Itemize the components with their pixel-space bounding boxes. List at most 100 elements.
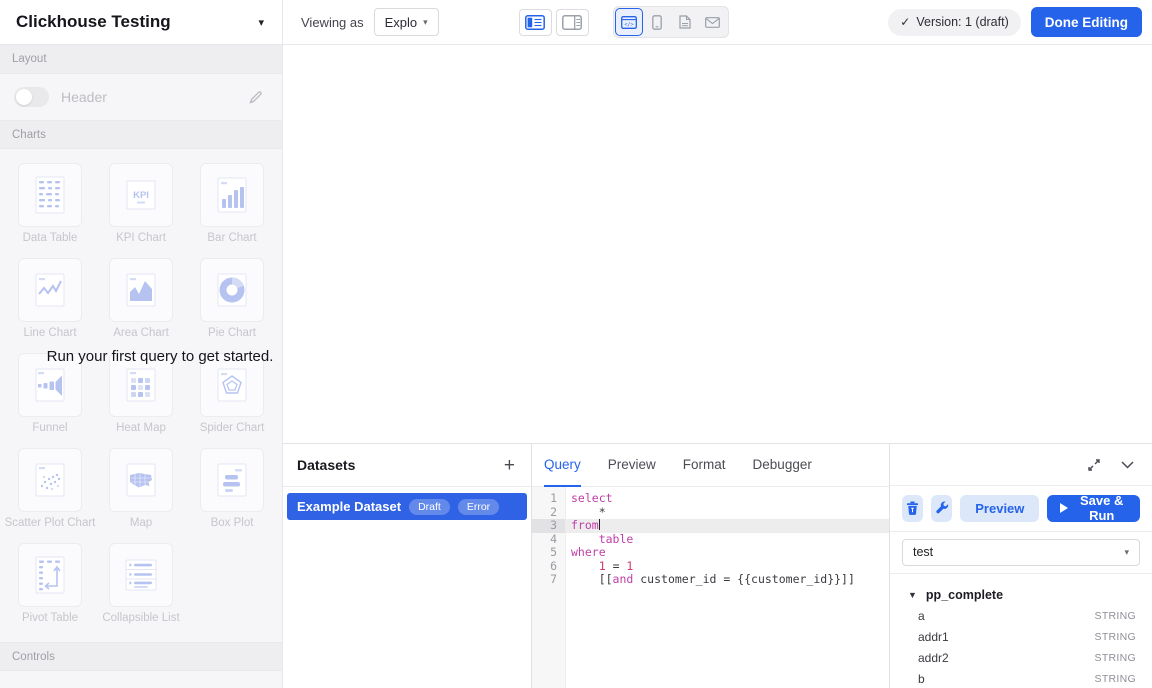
delete-dataset-button[interactable] (902, 495, 923, 522)
check-icon: ✓ (900, 15, 910, 29)
chart-tile-kpi[interactable]: KPI KPI Chart (96, 163, 187, 246)
chart-tile-bar-chart[interactable]: Bar Chart (187, 163, 278, 246)
schema-field-row[interactable]: addr2STRING (890, 648, 1152, 669)
field-type: STRING (1095, 652, 1136, 664)
chevron-down-icon (1121, 461, 1134, 469)
schema-field-row[interactable]: aSTRING (890, 606, 1152, 627)
tab-format[interactable]: Format (683, 444, 726, 487)
chart-tile-data-table[interactable]: Data Table (5, 163, 96, 246)
kpi-icon: KPI (109, 163, 173, 227)
add-dataset-button[interactable]: + (504, 456, 515, 475)
table-select[interactable]: test ▾ (902, 539, 1140, 566)
save-and-run-label: Save & Run (1076, 493, 1127, 523)
tab-preview[interactable]: Preview (608, 444, 656, 487)
tile-label: Scatter Plot Chart (5, 517, 96, 531)
tile-label: Collapsible List (102, 612, 179, 626)
save-and-run-button[interactable]: Save & Run (1047, 495, 1140, 522)
title-dropdown-caret-icon[interactable]: ▾ (258, 16, 264, 29)
chart-tile-scatter-plot[interactable]: Scatter Plot Chart (5, 448, 96, 531)
code-text: select (565, 492, 889, 506)
dataset-list: Example DatasetDraftError (283, 487, 531, 526)
chart-tile-line-chart[interactable]: Line Chart (5, 258, 96, 341)
map-icon (109, 448, 173, 512)
left-panel-toggle-button[interactable] (519, 9, 552, 36)
caret-down-icon: ▼ (908, 590, 917, 600)
pivot-table-icon (18, 543, 82, 607)
chart-tile-box-plot[interactable]: Box Plot (187, 448, 278, 531)
tile-label: Spider Chart (200, 422, 265, 436)
right-panel-toggle-button[interactable] (556, 9, 589, 36)
chart-tile-pivot-table[interactable]: Pivot Table (5, 543, 96, 626)
chart-tile-map[interactable]: Map (96, 448, 187, 531)
area-chart-icon (109, 258, 173, 322)
line-number: 5 (532, 546, 565, 560)
tile-label: Map (130, 517, 152, 531)
tile-label: Area Chart (113, 327, 169, 341)
datasets-header: Datasets + (283, 444, 531, 487)
code-line-5: 5where (532, 546, 889, 560)
browser-code-icon: </> (621, 16, 637, 29)
wrench-icon (935, 501, 949, 515)
schema-field-row[interactable]: bSTRING (890, 669, 1152, 688)
view-mode-group: </> (613, 6, 729, 38)
viewing-as-label: Viewing as (301, 15, 364, 30)
element-sidebar: Layout Header Charts Data TableKPIKPI Ch… (0, 45, 283, 688)
schema-field-row[interactable]: addr1STRING (890, 627, 1152, 648)
dashboard-title-area[interactable]: Clickhouse Testing ▾ (0, 0, 283, 44)
box-plot-icon (200, 448, 264, 512)
tab-query[interactable]: Query (544, 444, 581, 487)
expand-panel-button[interactable] (1087, 458, 1101, 472)
collapse-panel-button[interactable] (1121, 461, 1134, 469)
collapsible-list-icon (109, 543, 173, 607)
viewing-as-dropdown[interactable]: Explo ▾ (374, 8, 439, 36)
field-name: b (918, 672, 925, 686)
header-toggle-switch[interactable] (14, 87, 49, 107)
dashboard-canvas[interactable] (283, 45, 1152, 443)
chevron-down-icon: ▾ (423, 17, 428, 28)
tab-debugger[interactable]: Debugger (753, 444, 812, 487)
line-number: 2 (532, 506, 565, 520)
viewing-as-value: Explo (385, 15, 418, 30)
top-bar-right: Viewing as Explo ▾ (283, 0, 1152, 44)
bar-chart-icon (200, 163, 264, 227)
chart-tile-area-chart[interactable]: Area Chart (96, 258, 187, 341)
code-line-2: 2 * (532, 506, 889, 520)
svg-text:</>: </> (624, 22, 633, 28)
format-tools-button[interactable] (931, 495, 952, 522)
dataset-editor-panel: Datasets + Example DatasetDraftError Que… (283, 443, 1152, 688)
query-editor-column: Query Preview Format Debugger 1select2 *3fr… (531, 444, 889, 688)
preview-query-button[interactable]: Preview (960, 495, 1039, 522)
sql-code-editor[interactable]: 1select2 *3from4 table5where6 1 = 17 [[a… (532, 487, 889, 688)
chart-tile-grid: Data TableKPI KPI Chart Bar Chart Line Char… (0, 149, 282, 626)
query-actions-row: Preview Save & Run (890, 486, 1152, 531)
dataset-item[interactable]: Example DatasetDraftError (287, 493, 527, 520)
schema-table-header[interactable]: ▼ pp_complete (890, 584, 1152, 606)
chart-tile-pie-chart[interactable]: Pie Chart (187, 258, 278, 341)
mobile-view-button[interactable] (643, 8, 671, 36)
done-editing-button[interactable]: Done Editing (1031, 7, 1142, 37)
empty-state-message: Run your first query to get started. (22, 347, 298, 367)
tile-label: Pivot Table (22, 612, 78, 626)
config-column: Preview Save & Run test ▾ ▼ pp_complete … (889, 444, 1152, 688)
table-select-row: test ▾ (890, 532, 1152, 574)
code-line-6: 6 1 = 1 (532, 560, 889, 574)
app-root: Clickhouse Testing ▾ Viewing as Explo ▾ (0, 0, 1152, 688)
toggle-knob (16, 89, 32, 105)
page-title: Clickhouse Testing (16, 12, 171, 32)
email-view-button[interactable] (699, 8, 727, 36)
datasets-title: Datasets (297, 457, 355, 473)
pdf-view-button[interactable] (671, 8, 699, 36)
dataset-badge-draft: Draft (409, 499, 450, 515)
edit-pencil-icon[interactable] (248, 89, 264, 105)
table-select-value: test (913, 545, 933, 559)
field-name: addr1 (918, 630, 949, 644)
code-text: where (565, 546, 889, 560)
chart-tile-collapsible-list[interactable]: Collapsible List (96, 543, 187, 626)
tile-label: KPI Chart (116, 232, 166, 246)
header-toggle-label: Header (61, 89, 248, 105)
line-chart-icon (18, 258, 82, 322)
desktop-view-button[interactable]: </> (615, 8, 643, 36)
data-table-icon (18, 163, 82, 227)
expand-icon (1087, 458, 1101, 472)
code-text: [[and customer_id = {{customer_id}}]] (565, 573, 889, 587)
